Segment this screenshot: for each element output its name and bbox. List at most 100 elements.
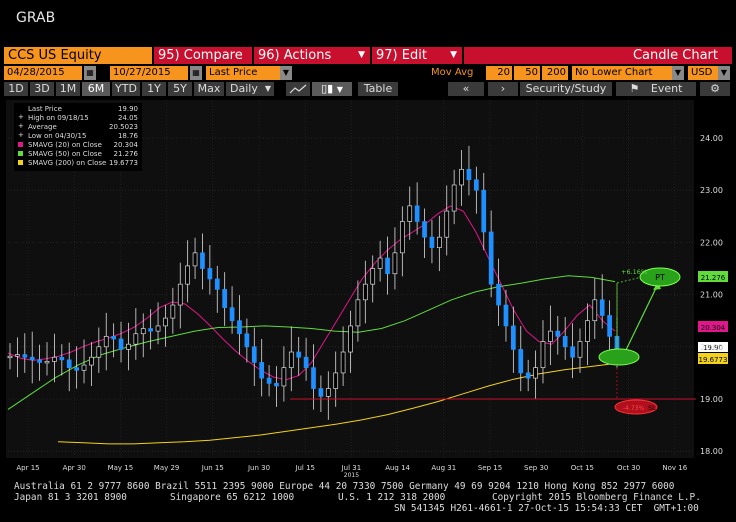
x-tick-label: Aug 31 xyxy=(431,464,456,472)
actions-label: Actions xyxy=(283,48,332,63)
candle-body xyxy=(177,283,183,306)
frequency-select[interactable]: Daily ▼ xyxy=(226,82,274,96)
legend-row: + Average 20.5023 xyxy=(16,122,140,131)
candle-body xyxy=(407,205,413,222)
candle-body xyxy=(451,184,457,212)
gear-icon[interactable]: ⚙ xyxy=(700,82,730,96)
x-tick-label: May 15 xyxy=(108,464,134,472)
currency-select[interactable]: USD xyxy=(688,66,718,80)
candle-body xyxy=(414,205,420,222)
candle-body xyxy=(148,328,153,332)
period-1m-button[interactable]: 1M xyxy=(56,82,80,96)
candle-body xyxy=(222,289,228,309)
y-tick-label: 19.00 xyxy=(700,395,723,404)
candle-body xyxy=(466,168,472,181)
candle-body xyxy=(303,356,309,369)
pt-value: +6.16% xyxy=(621,268,647,276)
candle-body xyxy=(244,333,250,348)
legend-swatch: + xyxy=(18,113,24,121)
footer-phone-line-1: Australia 61 2 9777 8600 Brazil 5511 239… xyxy=(14,481,675,492)
candle-body xyxy=(325,388,331,397)
candle-style-select[interactable]: ▯▮ ▼ xyxy=(312,82,352,96)
candle-body xyxy=(318,388,324,397)
candle-body xyxy=(37,359,42,363)
sl-value: -4.73% xyxy=(623,405,645,412)
scroll-forward-icon[interactable]: › xyxy=(488,82,518,96)
candle-body xyxy=(133,333,139,345)
start-date-field[interactable]: 04/28/2015 xyxy=(4,66,82,80)
footer: Australia 61 2 9777 8600 Brazil 5511 239… xyxy=(0,478,736,522)
candle-body xyxy=(548,330,553,342)
candle-body xyxy=(481,189,487,233)
candle-icon: ▯▮ xyxy=(321,82,334,95)
window-title: GRAB xyxy=(16,10,56,26)
legend-row: SMAVG (20) on Close 20.304 xyxy=(16,141,140,149)
period-3d-button[interactable]: 3D xyxy=(30,82,54,96)
chart-type-button[interactable]: Candle Chart xyxy=(464,47,732,64)
edit-label: Edit xyxy=(401,48,427,63)
mov-avg-3-input[interactable]: 200 xyxy=(542,66,568,80)
lower-chart-select[interactable]: No Lower Chart xyxy=(572,66,672,80)
x-tick-label: Jul 15 xyxy=(294,464,315,472)
period-5y-button[interactable]: 5Y xyxy=(168,82,192,96)
y-tick-label: 18.00 xyxy=(700,447,723,456)
frequency-dropdown-icon: ▼ xyxy=(264,84,271,93)
period-ytd-button[interactable]: YTD xyxy=(112,82,140,96)
candle-body xyxy=(155,325,161,332)
field-select[interactable]: Last Price xyxy=(206,66,280,80)
candle-body xyxy=(237,320,242,335)
candle-body xyxy=(288,351,294,369)
compare-label: Compare xyxy=(183,48,243,63)
lower-chart-dropdown-icon[interactable]: ▼ xyxy=(672,66,684,80)
legend-label: Average xyxy=(28,123,57,131)
calendar-icon[interactable]: ▦ xyxy=(84,66,96,80)
footer-serial: SN 541345 H261-4661-1 27-Oct-15 15:54:33… xyxy=(394,503,699,514)
candle-body xyxy=(81,364,87,371)
period-6m-button[interactable]: 6M xyxy=(82,82,110,96)
calendar-icon[interactable]: ▦ xyxy=(190,66,202,80)
edit-button[interactable]: 97) Edit ▼ xyxy=(372,47,462,64)
entry-marker xyxy=(598,348,640,366)
x-tick-label: Apr 15 xyxy=(16,464,39,472)
candle-body xyxy=(585,320,590,342)
candle-body xyxy=(59,356,65,361)
y-tick-label: 23.00 xyxy=(700,186,723,195)
candle-body xyxy=(296,351,302,358)
compare-number: 95) xyxy=(158,48,180,63)
candle-body xyxy=(599,299,605,316)
x-tick-label: Sep 30 xyxy=(524,464,548,472)
candle-body xyxy=(185,265,191,285)
footer-japan: Japan 81 3 3201 8900 xyxy=(14,492,127,503)
edit-number: 97) xyxy=(376,48,398,63)
security-input[interactable]: CCS US Equity xyxy=(4,47,152,64)
x-tick-label: Jun 30 xyxy=(247,464,270,472)
sma200-price-label: 19.6773 xyxy=(699,356,728,364)
candle-body xyxy=(311,367,316,389)
table-button[interactable]: Table xyxy=(358,82,398,96)
candle-body xyxy=(385,257,390,275)
event-button[interactable]: ⚑ Event xyxy=(616,82,696,96)
mov-avg-1-input[interactable]: 20 xyxy=(486,66,512,80)
mov-avg-2-input[interactable]: 50 xyxy=(514,66,540,80)
security-study-button[interactable]: Security/Study xyxy=(520,82,612,96)
candle-body xyxy=(15,354,20,357)
actions-button[interactable]: 96) Actions ▼ xyxy=(254,47,370,64)
candle-body xyxy=(348,325,353,353)
candle-body xyxy=(533,367,538,379)
field-dropdown-icon[interactable]: ▼ xyxy=(280,66,292,80)
currency-dropdown-icon[interactable]: ▼ xyxy=(718,66,730,80)
candle-body xyxy=(29,356,35,361)
sma20-price-label: 20.304 xyxy=(701,324,726,332)
period-1y-button[interactable]: 1Y xyxy=(142,82,166,96)
y-tick-label: 24.00 xyxy=(700,134,723,143)
legend-label: High on 09/18/15 xyxy=(28,114,89,122)
period-1d-button[interactable]: 1D xyxy=(4,82,28,96)
period-max-button[interactable]: Max xyxy=(194,82,224,96)
chart-type-label: Candle Chart xyxy=(632,48,718,63)
candle-body xyxy=(503,304,509,327)
end-date-field[interactable]: 10/27/2015 xyxy=(110,66,188,80)
compare-button[interactable]: 95) Compare xyxy=(154,47,252,64)
legend-value: 24.05 xyxy=(117,114,138,122)
line-chart-icon[interactable] xyxy=(286,82,310,96)
scroll-back-icon[interactable]: « xyxy=(448,82,484,96)
